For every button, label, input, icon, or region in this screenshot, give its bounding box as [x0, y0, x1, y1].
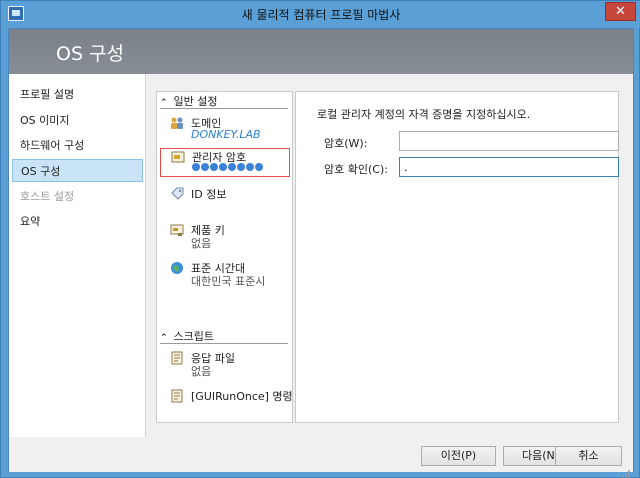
- window-title: 새 물리적 컴퓨터 프로필 마법사: [241, 8, 401, 22]
- nav-item-hardware-config[interactable]: 하드웨어 구성: [12, 134, 143, 157]
- setting-timezone[interactable]: 표준 시간대 대한민국 표준시: [160, 260, 290, 288]
- setting-identity[interactable]: ID 정보: [160, 186, 290, 204]
- domain-icon: [171, 117, 183, 129]
- instruction-text: 로컬 관리자 계정의 자격 증명을 지정하십시오.: [317, 108, 531, 121]
- wizard-window: 새 물리적 컴퓨터 프로필 마법사 ✕ OS 구성 프로필 설명 OS 이미지 …: [0, 0, 640, 478]
- setting-domain-value: DONKEY.LAB: [191, 128, 261, 141]
- resize-grip-icon[interactable]: [621, 469, 631, 478]
- collapse-chevron-icon[interactable]: ⌃: [160, 332, 170, 345]
- title-bar[interactable]: 새 물리적 컴퓨터 프로필 마법사 ✕: [1, 1, 640, 27]
- collapse-chevron-icon[interactable]: ⌃: [160, 97, 170, 110]
- setting-gui-run-once-label: [GUIRunOnce] 명령: [191, 390, 293, 403]
- prev-button[interactable]: 이전(P): [421, 446, 496, 466]
- nav-item-os-config[interactable]: OS 구성: [12, 159, 143, 182]
- key-icon: [170, 224, 184, 236]
- detail-panel: 로컬 관리자 계정의 자격 증명을 지정하십시오. 암호(W): 암호 확인(C…: [295, 91, 619, 423]
- password-label: 암호(W):: [324, 137, 368, 150]
- close-button[interactable]: ✕: [605, 2, 636, 21]
- tag-icon: [171, 187, 184, 200]
- general-settings-title: 일반 설정: [173, 95, 218, 108]
- nav-item-summary[interactable]: 요약: [12, 210, 143, 233]
- nav-item-os-image[interactable]: OS 이미지: [12, 109, 143, 132]
- general-settings-header[interactable]: ⌃ 일반 설정: [160, 95, 288, 109]
- file-icon: [171, 351, 183, 365]
- setting-identity-label: ID 정보: [191, 188, 227, 201]
- confirm-password-field[interactable]: [399, 157, 619, 177]
- script-header[interactable]: ⌃ 스크립트: [160, 330, 288, 344]
- page-title: OS 구성: [56, 43, 125, 65]
- nav-item-profile-description[interactable]: 프로필 설명: [12, 83, 143, 106]
- password-icon: [171, 151, 185, 163]
- masked-password-dots: [192, 163, 263, 171]
- file-icon: [171, 389, 183, 403]
- password-field[interactable]: [399, 131, 619, 151]
- setting-admin-password[interactable]: 관리자 암호: [160, 148, 290, 177]
- settings-list: ⌃ 일반 설정 도메인 DONKEY.LAB 관리자 암호 ID 정보 제품 키…: [156, 91, 293, 423]
- confirm-password-label: 암호 확인(C):: [324, 163, 388, 176]
- wizard-footer: 이전(P) 다음(N) 취소: [9, 439, 633, 478]
- header-band: OS 구성: [9, 29, 633, 74]
- setting-answer-file[interactable]: 응답 파일 없음: [160, 350, 290, 378]
- setting-product-key[interactable]: 제품 키 없음: [160, 222, 290, 250]
- setting-gui-run-once[interactable]: [GUIRunOnce] 명령: [160, 388, 293, 406]
- script-title: 스크립트: [173, 330, 214, 343]
- nav-item-host-settings[interactable]: 호스트 설정: [12, 185, 143, 208]
- cancel-button[interactable]: 취소: [555, 446, 622, 466]
- setting-domain[interactable]: 도메인 DONKEY.LAB: [160, 115, 290, 143]
- setting-timezone-value: 대한민국 표준시: [191, 275, 266, 288]
- setting-answer-file-value: 없음: [191, 365, 212, 378]
- wizard-client: OS 구성 프로필 설명 OS 이미지 하드웨어 구성 OS 구성 호스트 설정…: [8, 28, 634, 478]
- globe-icon: [171, 262, 183, 274]
- setting-product-key-value: 없음: [191, 237, 212, 250]
- wizard-steps-nav: 프로필 설명 OS 이미지 하드웨어 구성 OS 구성 호스트 설정 요약: [9, 74, 146, 437]
